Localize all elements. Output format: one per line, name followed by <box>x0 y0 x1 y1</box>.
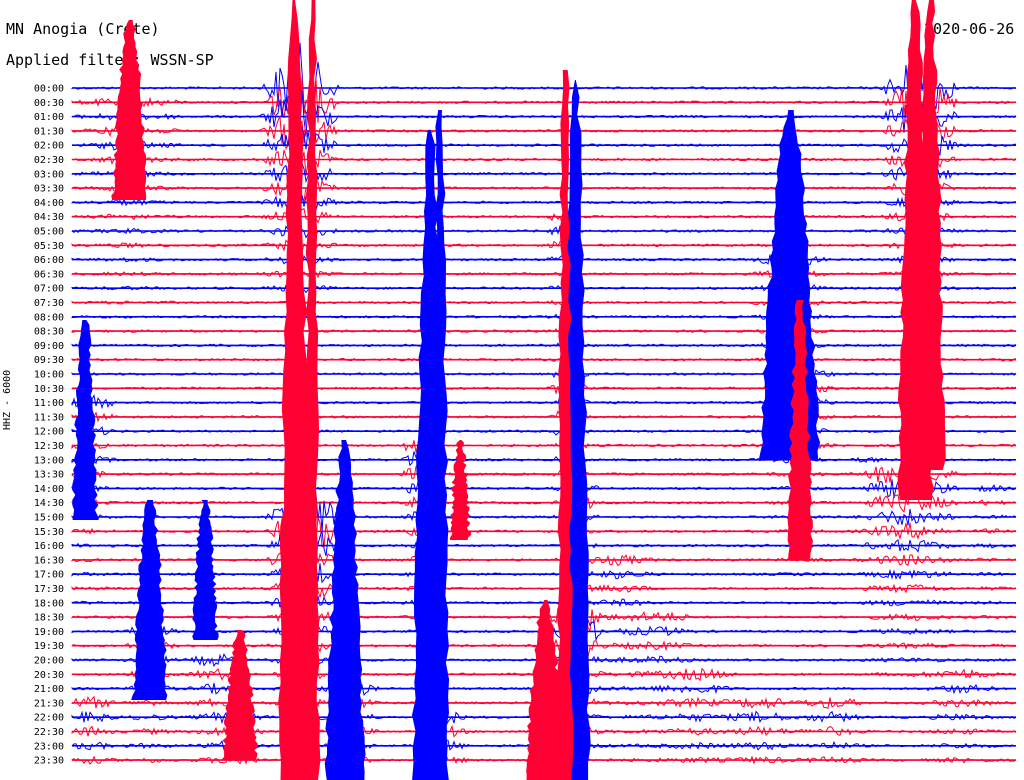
seismic-trace-1330 <box>71 461 1017 489</box>
time-tick-label: 09:00 <box>34 341 64 352</box>
seismic-trace-1230 <box>71 439 1017 460</box>
seismic-trace-1100 <box>71 393 1017 414</box>
event-spike <box>192 500 219 640</box>
time-tick-label: 10:30 <box>34 384 64 395</box>
time-tick-label: 21:30 <box>34 698 64 709</box>
time-tick-label: 13:00 <box>34 455 64 466</box>
event-spike <box>131 500 168 700</box>
time-tick-label: 00:00 <box>34 84 64 95</box>
tick-label-group: 00:00 00:30 01:00 01:30 02:00 02:30 03:00 03:30… <box>34 84 64 767</box>
event-spike <box>450 440 472 540</box>
time-tick-label: 21:00 <box>34 684 64 695</box>
time-tick-label: 08:00 <box>34 312 64 323</box>
time-tick-label: 01:00 <box>34 112 64 123</box>
time-tick-label: 22:30 <box>34 727 64 738</box>
seismic-trace-1700 <box>71 558 1017 586</box>
seismic-trace-1000 <box>71 365 1017 385</box>
time-tick-label: 15:00 <box>34 513 64 524</box>
seismic-trace-1500 <box>71 489 1017 543</box>
time-tick-label: 10:00 <box>34 370 64 381</box>
seismic-trace-0000 <box>71 42 1017 124</box>
time-tick-label: 02:30 <box>34 155 64 166</box>
time-tick-label: 19:00 <box>34 627 64 638</box>
seismic-trace-0230 <box>71 146 1017 176</box>
time-tick-label: 09:30 <box>34 355 64 366</box>
time-tick-label: 06:30 <box>34 269 64 280</box>
seismic-trace-1530 <box>71 516 1017 557</box>
time-tick-label: 07:00 <box>34 284 64 295</box>
time-tick-label: 04:30 <box>34 212 64 223</box>
time-tick-label: 07:30 <box>34 298 64 309</box>
event-spike <box>111 20 147 200</box>
seismogram-helicorder: 00:00 00:30 01:00 01:30 02:00 02:30 03:00 03:30… <box>34 0 1017 780</box>
event-spike <box>758 110 821 460</box>
time-tick-label: 05:30 <box>34 241 64 252</box>
time-tick-label: 14:00 <box>34 484 64 495</box>
time-tick-label: 17:30 <box>34 584 64 595</box>
time-tick-label: 18:00 <box>34 598 64 609</box>
time-tick-label: 11:30 <box>34 412 64 423</box>
time-tick-label: 11:00 <box>34 398 64 409</box>
seismic-trace-0430 <box>71 205 1017 225</box>
time-tick-label: 12:00 <box>34 427 64 438</box>
seismic-trace-0400 <box>71 194 1017 215</box>
event-spike <box>221 630 258 760</box>
time-tick-label: 08:30 <box>34 327 64 338</box>
time-tick-label: 20:00 <box>34 656 64 667</box>
time-tick-label: 16:30 <box>34 555 64 566</box>
time-tick-label: 15:30 <box>34 527 64 538</box>
time-tick-label: 19:30 <box>34 641 64 652</box>
event-spike <box>72 320 99 520</box>
time-tick-label: 04:00 <box>34 198 64 209</box>
time-tick-label: 00:30 <box>34 98 64 109</box>
time-tick-label: 03:00 <box>34 169 64 180</box>
seismic-trace-1130 <box>71 406 1017 425</box>
time-tick-label: 12:30 <box>34 441 64 452</box>
time-tick-label: 06:00 <box>34 255 64 266</box>
time-tick-label: 20:30 <box>34 670 64 681</box>
trace-group <box>71 0 1017 780</box>
time-tick-label: 18:30 <box>34 613 64 624</box>
time-tick-label: 22:00 <box>34 713 64 724</box>
time-tick-label: 16:00 <box>34 541 64 552</box>
seismic-trace-0300 <box>71 161 1017 185</box>
time-tick-label: 03:30 <box>34 184 64 195</box>
seismic-trace-1630 <box>71 544 1017 578</box>
time-tick-label: 14:30 <box>34 498 64 509</box>
seismic-trace-0030 <box>71 73 1017 138</box>
time-tick-label: 01:30 <box>34 126 64 137</box>
time-tick-label: 17:00 <box>34 570 64 581</box>
time-tick-label: 23:30 <box>34 756 64 767</box>
time-tick-label: 02:00 <box>34 141 64 152</box>
time-tick-label: 13:30 <box>34 470 64 481</box>
time-tick-label: 23:00 <box>34 741 64 752</box>
event-spike <box>324 440 366 780</box>
seismic-trace-1600 <box>71 520 1017 565</box>
time-tick-label: 05:00 <box>34 227 64 238</box>
